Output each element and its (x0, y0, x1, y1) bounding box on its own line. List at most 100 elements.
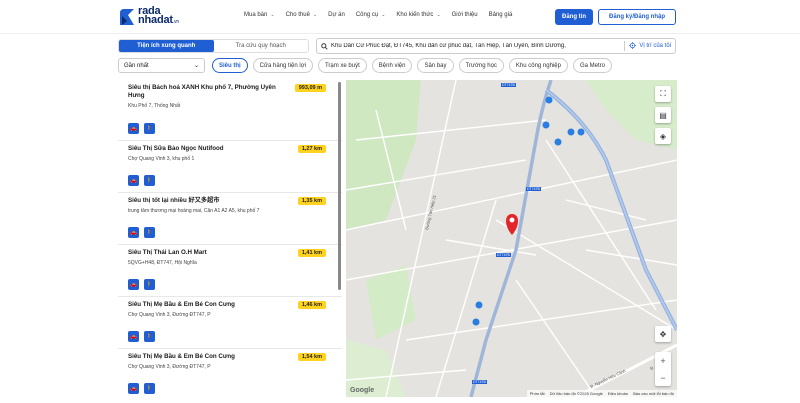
list-item[interactable]: Siêu Thị Sữa Bảo Ngọc Nutifood Chợ Quang… (118, 141, 342, 193)
walk-icon[interactable]: 🚶 (144, 383, 155, 394)
map-canvas: Đường Tân Hiệp 21 Đ. Nguyễn Hữu Cảnh Đ. … (346, 80, 677, 397)
report-error-link[interactable]: Báo cáo một lỗi bản đồ (633, 391, 674, 396)
road-label: DT747B (496, 253, 511, 257)
tab-planning-lookup[interactable]: Tra cứu quy hoạch (214, 40, 309, 52)
my-location-button[interactable]: Vị trí của tôi (629, 41, 675, 51)
tab-nearby-amenities[interactable]: Tiện ích xung quanh (119, 40, 214, 52)
nav-du-an[interactable]: Dự án (328, 12, 345, 18)
walk-icon[interactable]: 🚶 (144, 331, 155, 342)
nav-kho-kien-thuc[interactable]: Kho kiến thức ⌄ (396, 12, 440, 18)
chip-san-bay[interactable]: Sân bay (417, 58, 454, 73)
logo[interactable]: rada nhadat.vn (118, 6, 179, 28)
car-icon[interactable]: 🚗 (128, 383, 139, 394)
address-search[interactable]: Khu Dân Cư Phúc Đạt, ĐT745, Khu dân cư p… (316, 38, 676, 54)
chip-benh-vien[interactable]: Bệnh viện (371, 58, 413, 73)
sort-value: Gần nhất (124, 62, 149, 69)
fullscreen-button[interactable]: ⛶ (655, 86, 671, 102)
car-icon[interactable]: 🚗 (128, 227, 139, 238)
chevron-down-icon: ⌄ (193, 63, 199, 69)
park-area (346, 80, 421, 230)
fullscreen-icon: ⛶ (660, 89, 666, 98)
walk-icon[interactable]: 🚶 (144, 123, 155, 134)
car-icon[interactable]: 🚗 (128, 175, 139, 186)
nav-cong-cu[interactable]: Công cụ ⌄ (356, 12, 386, 18)
distance-badge: 1,46 km (297, 301, 326, 309)
map-view[interactable]: Đường Tân Hiệp 21 Đ. Nguyễn Hữu Cảnh Đ. … (346, 80, 677, 397)
nav-cho-thue[interactable]: Cho thuê ⌄ (286, 12, 318, 18)
walk-icon[interactable]: 🚶 (144, 227, 155, 238)
chip-khu-cong-nghiep[interactable]: Khu công nghiệp (508, 58, 568, 73)
car-icon[interactable]: 🚗 (128, 279, 139, 290)
logo-suffix: .vn (172, 19, 179, 25)
map-data-text: Dữ liệu bản đồ ©2025 Google (549, 391, 603, 396)
list-scrollbar[interactable] (338, 82, 341, 290)
nav-bang-gia[interactable]: Bảng giá (489, 12, 513, 18)
post-listing-button[interactable]: Đăng tin (555, 9, 593, 25)
distance-badge: 993,09 m (294, 84, 326, 92)
move-icon: ✥ (659, 329, 667, 339)
category-chips: Siêu thị Cửa hàng tiện lợi Trạm xe buýt … (212, 58, 612, 73)
sort-select[interactable]: Gần nhất ⌄ (118, 58, 205, 73)
place-address: 5QVG+H48, ĐT747, Hội Nghĩa (128, 260, 197, 266)
logo-mark-icon (118, 7, 136, 27)
place-name: Siêu thị Bách hoá XANH Khu phố 7, Phường… (128, 84, 276, 99)
list-item[interactable]: Siêu Thị Mẹ Bầu & Em Bé Con Cưng Chợ Qua… (118, 297, 342, 349)
place-name: Siêu Thị Thái Lan O.H Mart (128, 249, 207, 256)
place-address: Chợ Quang Vinh 3, khu phố 1 (128, 156, 195, 162)
car-icon[interactable]: 🚗 (128, 331, 139, 342)
road-label: DT747B (472, 380, 487, 384)
layers-button[interactable]: ◈ (655, 128, 671, 144)
map-attribution: Phím tắt Dữ liệu bản đồ ©2025 Google Điề… (526, 390, 677, 397)
terms-link[interactable]: Điều khoản (608, 391, 628, 396)
pan-control[interactable]: ✥ (655, 326, 671, 342)
list-item[interactable]: Siêu thị Bách hoá XANH Khu phố 7, Phường… (118, 80, 342, 141)
chip-sieu-thi[interactable]: Siêu thị (212, 58, 248, 73)
place-address: Khu Phố 7, Thống Nhất (128, 103, 181, 109)
park-area (366, 265, 416, 340)
list-item[interactable]: Siêu Thị Thái Lan O.H Mart 5QVG+H48, ĐT7… (118, 245, 342, 297)
car-icon[interactable]: 🚗 (128, 123, 139, 134)
list-item[interactable]: Siêu Thị Mẹ Bầu & Em Bé Con Cưng Chợ Qua… (118, 349, 342, 397)
street-label: Đ. Nguyễn Hữu Cảnh (589, 368, 626, 389)
chip-truong-hoc[interactable]: Trường học (458, 58, 504, 73)
place-name: Siêu Thị Mẹ Bầu & Em Bé Con Cưng (128, 301, 235, 308)
place-address: Chợ Quang Vinh 3, Đường ĐT747, P (128, 312, 211, 318)
main-nav: Mua bán ⌄ Cho thuê ⌄ Dự án Công cụ ⌄ Kho ki… (244, 12, 523, 18)
chip-ga-metro[interactable]: Ga Metro (572, 58, 612, 73)
list-item[interactable]: Siêu thị tốt lại nhiều 好又多超市 trung tâm t… (118, 193, 342, 245)
top-header: rada nhadat.vn Mua bán ⌄ Cho thuê ⌄ Dự án … (0, 0, 800, 34)
my-location-label: Vị trí của tôi (639, 43, 671, 49)
logo-text-bottom: nhadat (138, 14, 173, 26)
distance-badge: 1,41 km (297, 249, 326, 257)
mode-tabs: Tiện ích xung quanh Tra cứu quy hoạch (118, 39, 309, 53)
place-address: trung tâm thương mại hoàng mai, Căn A1 A… (128, 208, 260, 214)
nav-mua-ban[interactable]: Mua bán ⌄ (244, 12, 275, 18)
chevron-down-icon: ⌄ (270, 12, 275, 18)
legend-button[interactable]: ▤ (655, 107, 671, 123)
keyboard-shortcuts-link[interactable]: Phím tắt (530, 391, 545, 396)
place-name: Siêu thị tốt lại nhiều 好又多超市 (128, 197, 220, 204)
distance-badge: 1,27 km (297, 145, 326, 153)
results-list: Siêu thị Bách hoá XANH Khu phố 7, Phường… (118, 80, 342, 397)
nav-gioi-thieu[interactable]: Giới thiệu (452, 12, 478, 18)
distance-badge: 1,54 km (297, 353, 326, 361)
google-logo: Google (350, 387, 375, 394)
place-name: Siêu Thị Mẹ Bầu & Em Bé Con Cưng (128, 353, 235, 360)
chip-tram-xe-buyt[interactable]: Trạm xe buýt (317, 58, 367, 73)
chip-cua-hang-tien-loi[interactable]: Cửa hàng tiện lợi (252, 58, 313, 73)
walk-icon[interactable]: 🚶 (144, 279, 155, 290)
chevron-down-icon: ⌄ (436, 12, 441, 18)
main-road (469, 80, 553, 397)
zoom-in-button[interactable]: + (660, 356, 665, 366)
search-divider (624, 41, 626, 51)
place-address: Chợ Quang Vinh 3, Đường ĐT747, P (128, 364, 211, 370)
distance-badge: 1,35 km (297, 197, 326, 205)
register-login-button[interactable]: Đăng ký/Đăng nhập (598, 9, 676, 25)
walk-icon[interactable]: 🚶 (144, 175, 155, 186)
zoom-out-button[interactable]: − (660, 373, 665, 383)
bus-stop-markers (472, 96, 585, 326)
document-icon: ▤ (659, 110, 667, 120)
street-label: Đường Tân Hiệp 21 (424, 194, 437, 230)
search-input[interactable]: Khu Dân Cư Phúc Đạt, ĐT745, Khu dân cư p… (331, 43, 620, 49)
crosshair-icon (629, 41, 637, 51)
